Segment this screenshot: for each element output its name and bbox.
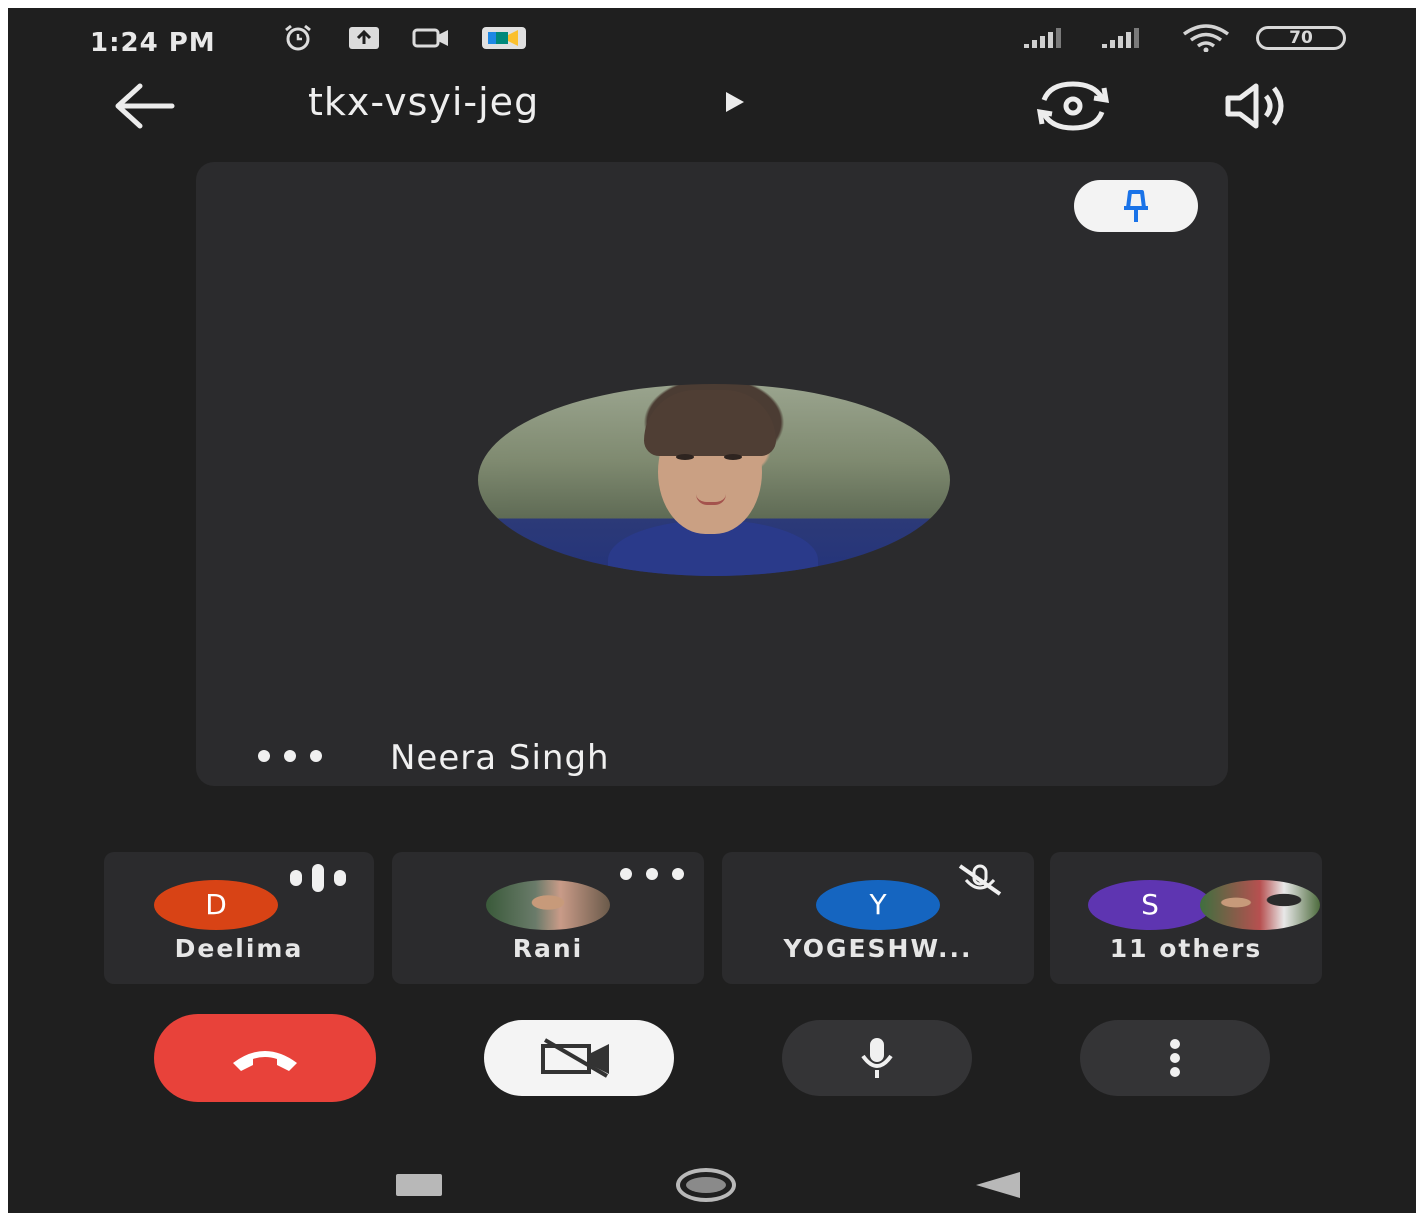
play-arrow-icon[interactable] xyxy=(724,90,746,114)
upload-icon xyxy=(349,27,379,49)
battery-indicator: 70 xyxy=(1256,26,1346,50)
avatar: S xyxy=(1088,880,1212,930)
avatar-eye xyxy=(676,454,694,460)
recents-button[interactable] xyxy=(396,1174,442,1196)
participant-name: Deelima xyxy=(174,934,304,963)
arrow-left-icon xyxy=(115,83,175,129)
participant-tile[interactable]: D Deelima xyxy=(104,852,374,984)
participant-name: Rani xyxy=(512,934,584,963)
participant-tile-others[interactable]: S 11 others xyxy=(1050,852,1322,984)
mic-off-icon xyxy=(958,864,1002,896)
camera-toggle-button[interactable] xyxy=(484,1020,674,1096)
camera-icon xyxy=(412,28,448,48)
participant-avatar-photo xyxy=(478,384,950,576)
status-notification-icons xyxy=(278,24,528,52)
nav-back-button[interactable] xyxy=(976,1172,1020,1198)
avatar-eye xyxy=(724,454,742,460)
participant-name: 11 others xyxy=(1109,934,1263,963)
pin-button[interactable] xyxy=(1074,180,1198,232)
meeting-code[interactable]: tkx-vsyi-jeg xyxy=(308,80,539,124)
participant-tile[interactable]: Y YOGESHW... xyxy=(722,852,1034,984)
participant-tile[interactable]: Rani xyxy=(392,852,704,984)
participant-name: YOGESHW... xyxy=(783,934,973,963)
main-participant-tile[interactable]: Neera Singh xyxy=(196,162,1228,786)
meet-icon xyxy=(482,27,526,49)
meet-call-screen: 1:24 PM 70 tkx-vsyi-jeg Neera Singh D De… xyxy=(8,8,1416,1213)
home-button[interactable] xyxy=(676,1168,736,1202)
avatar xyxy=(486,880,610,930)
avatar: D xyxy=(154,880,278,930)
speaker-icon xyxy=(1225,83,1284,129)
speaking-indicator-icon xyxy=(290,864,346,892)
status-system-icons: 70 xyxy=(1022,24,1346,52)
call-end-icon xyxy=(233,1051,297,1071)
signal-icon xyxy=(1024,28,1061,48)
back-button[interactable] xyxy=(110,78,180,134)
end-call-button[interactable] xyxy=(154,1014,376,1102)
mic-icon xyxy=(861,1038,893,1078)
more-vert-icon xyxy=(1170,1039,1180,1077)
avatar: Y xyxy=(816,880,940,930)
alarm-icon xyxy=(285,24,311,51)
avatar xyxy=(1200,880,1320,930)
speaker-button[interactable] xyxy=(1220,78,1300,134)
videocam-off-icon xyxy=(541,1038,609,1078)
more-horiz-icon[interactable] xyxy=(616,862,690,886)
avatar-hair xyxy=(644,390,776,456)
more-horiz-icon[interactable] xyxy=(256,748,326,764)
main-participant-name: Neera Singh xyxy=(390,738,610,778)
switch-camera-button[interactable] xyxy=(1030,78,1116,134)
pin-icon xyxy=(1124,190,1148,222)
status-time: 1:24 PM xyxy=(90,28,216,58)
more-options-button[interactable] xyxy=(1080,1020,1270,1096)
microphone-button[interactable] xyxy=(782,1020,972,1096)
wifi-icon xyxy=(1182,24,1230,52)
signal-icon xyxy=(1102,28,1139,48)
switch-camera-icon xyxy=(1036,81,1110,131)
